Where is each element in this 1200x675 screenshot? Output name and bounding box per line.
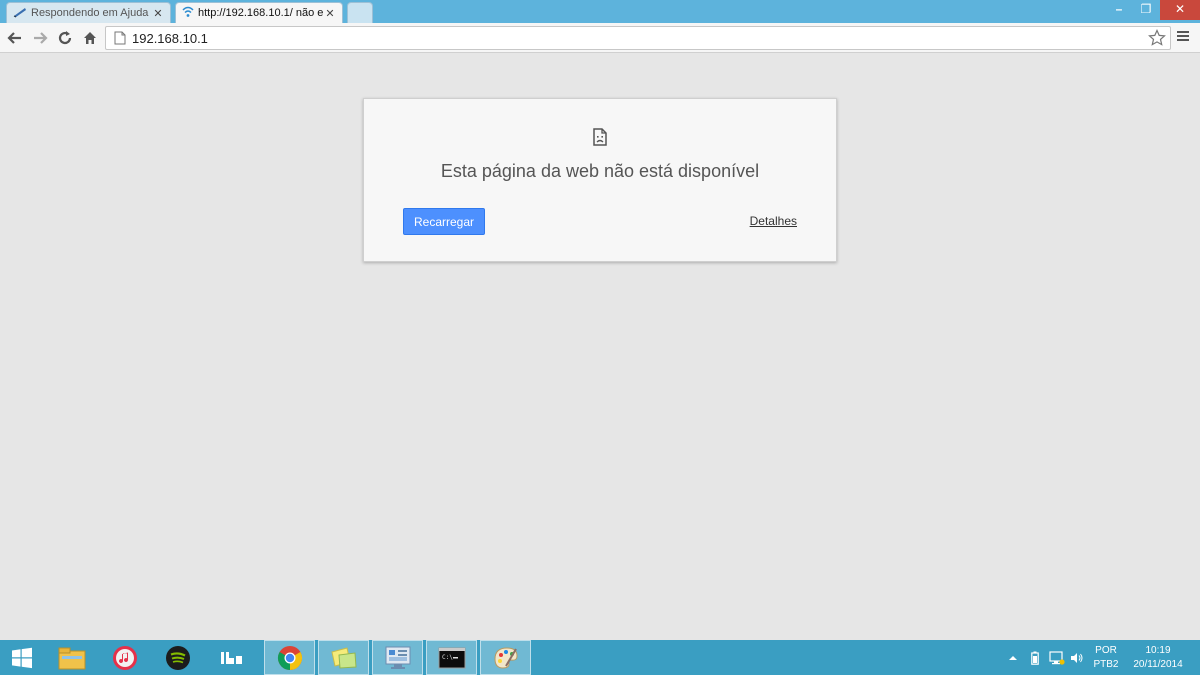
tab-respondendo[interactable]: Respondendo em Ajuda p ✕ — [6, 2, 171, 23]
bookmark-star-icon[interactable] — [1148, 29, 1166, 50]
command-prompt-icon[interactable]: C:\ — [426, 640, 477, 675]
browser-toolbar: 192.168.10.1 — [0, 23, 1200, 53]
network-icon[interactable] — [1049, 640, 1067, 675]
error-card: Esta página da web não está disponível R… — [363, 98, 837, 262]
clock-date: 20/11/2014 — [1133, 659, 1183, 670]
tab-strip: Respondendo em Ajuda p ✕ http://192.168.… — [0, 0, 1200, 23]
tab-close-icon[interactable]: ✕ — [152, 7, 164, 20]
show-hidden-icons[interactable] — [1008, 640, 1022, 675]
back-arrow-icon[interactable] — [4, 27, 26, 49]
tab-title: http://192.168.10.1/ não e — [198, 7, 324, 19]
clock-time: 10:19 — [1145, 645, 1171, 656]
paint-icon[interactable] — [480, 640, 531, 675]
svg-text:C:\: C:\ — [442, 654, 453, 661]
tab-title: Respondendo em Ajuda p — [31, 7, 152, 19]
error-heading: Esta página da web não está disponível — [440, 161, 760, 181]
minimize-icon[interactable]: – — [1106, 0, 1132, 20]
tab-router-page[interactable]: http://192.168.10.1/ não e ✕ — [175, 2, 343, 23]
maximize-icon[interactable]: ❐ — [1133, 0, 1159, 20]
tab-close-icon[interactable]: ✕ — [324, 7, 336, 20]
sticky-notes-icon[interactable] — [318, 640, 369, 675]
address-text: 192.168.10.1 — [132, 30, 208, 46]
favicon-wifi-icon — [182, 6, 194, 21]
new-tab-button[interactable] — [347, 2, 373, 23]
itunes-icon[interactable] — [101, 640, 149, 675]
input-language[interactable]: POR PTB2 — [1091, 644, 1121, 672]
battery-icon[interactable] — [1031, 640, 1045, 675]
sad-page-icon — [593, 128, 607, 151]
home-icon[interactable] — [79, 27, 101, 49]
language-code: POR — [1095, 645, 1117, 656]
page-icon — [114, 31, 126, 48]
clock[interactable]: 10:19 20/11/2014 — [1127, 644, 1189, 672]
forward-arrow-icon[interactable] — [29, 27, 51, 49]
file-explorer-icon[interactable] — [48, 640, 96, 675]
address-bar[interactable]: 192.168.10.1 — [105, 26, 1171, 50]
details-link[interactable]: Detalhes — [750, 214, 797, 228]
favicon-feather-icon — [13, 6, 27, 21]
close-window-icon[interactable]: ✕ — [1160, 0, 1200, 20]
start-windows-icon[interactable] — [0, 640, 44, 675]
reload-button[interactable]: Recarregar — [403, 208, 485, 235]
menu-hamburger-icon[interactable] — [1176, 29, 1194, 47]
volume-icon[interactable] — [1070, 640, 1086, 675]
spotify-icon[interactable] — [154, 640, 202, 675]
control-panel-icon[interactable] — [372, 640, 423, 675]
taskbar: C:\ POR PTB2 10:19 20/11/2014 — [0, 640, 1200, 675]
reload-icon[interactable] — [54, 27, 76, 49]
keyboard-layout: PTB2 — [1093, 659, 1119, 670]
chrome-icon[interactable] — [264, 640, 315, 675]
ibe-icon[interactable] — [207, 640, 255, 675]
